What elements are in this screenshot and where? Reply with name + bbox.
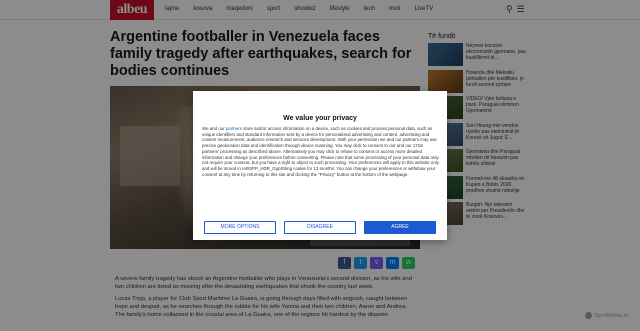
consent-text: We and our partners store and/or access … (202, 126, 439, 177)
partners-link[interactable]: partners (226, 126, 242, 131)
more-options-button[interactable]: MORE OPTIONS (204, 221, 276, 234)
consent-dialog: We value your privacy We and our partner… (193, 91, 447, 240)
agree-button[interactable]: AGREE (364, 221, 436, 234)
consent-title: We value your privacy (283, 115, 357, 122)
disagree-button[interactable]: DISAGREE (284, 221, 356, 234)
consent-buttons: MORE OPTIONS DISAGREE AGREE (204, 221, 436, 234)
